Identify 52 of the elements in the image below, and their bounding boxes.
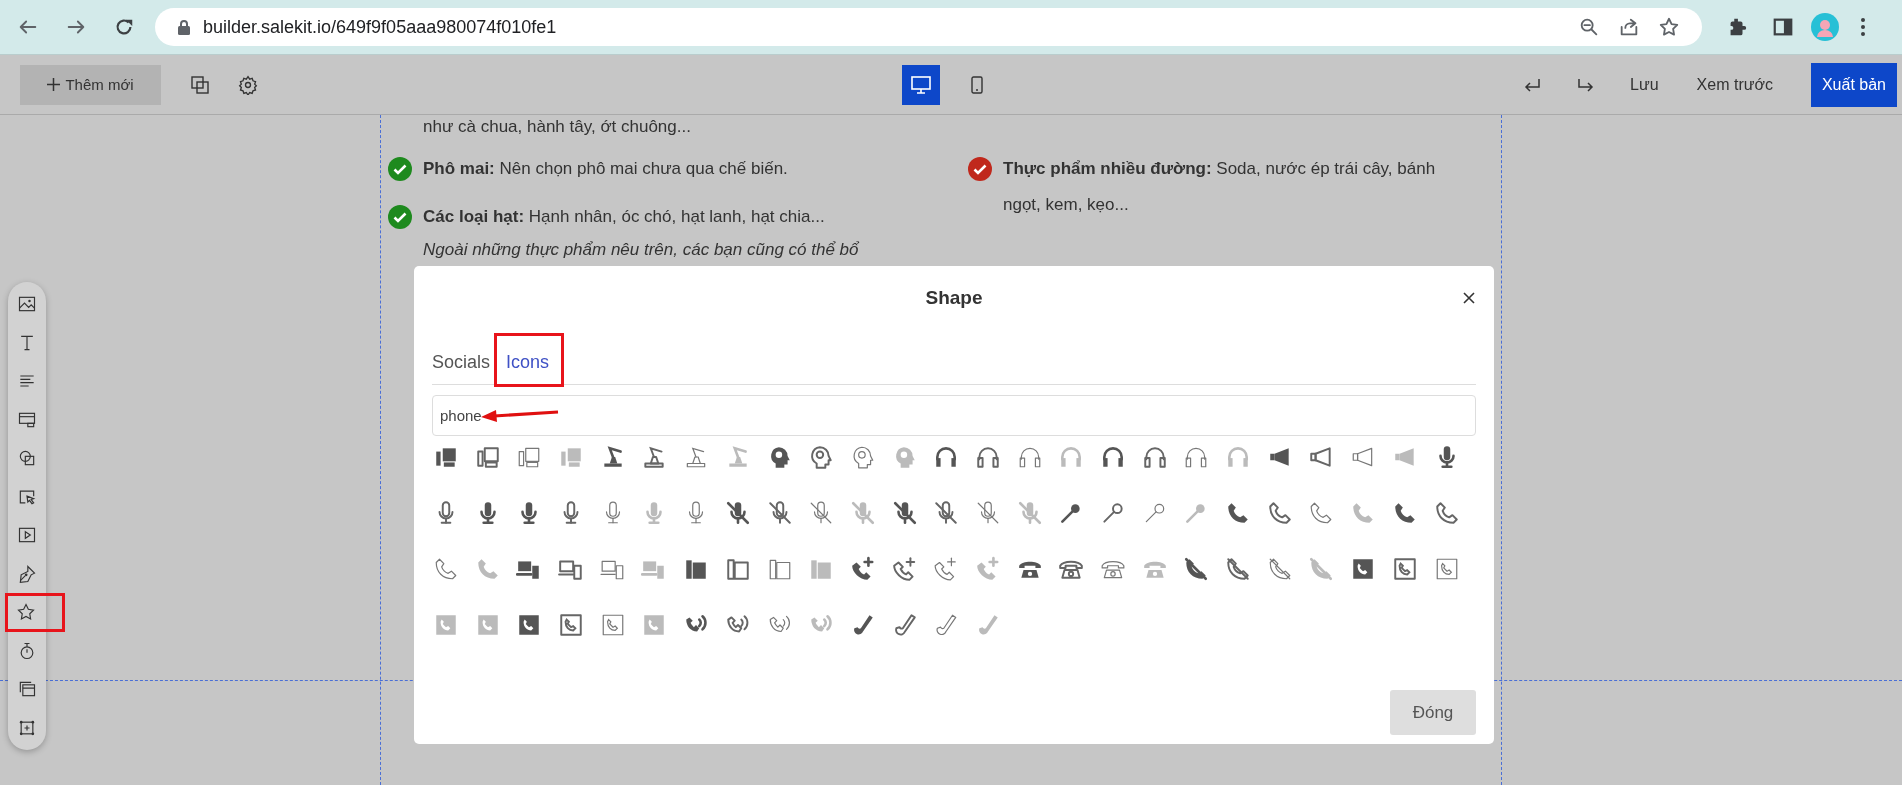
zoom-out-icon[interactable] [1578,16,1600,38]
headphones-icon[interactable] [1141,444,1168,470]
search-field[interactable]: phone [432,395,1476,436]
monitor-icon [911,75,931,94]
preview-button[interactable]: Xem trước [1696,75,1773,94]
italic-note-text: Ngoài những thực phẩm nêu trên, các bạn cũng có thể bổ [422,239,860,261]
phone-icon[interactable] [1266,500,1293,526]
url-text: builder.salekit.io/649f9f05aaa980074f010fe1 [203,16,557,38]
muted-microphone-icon[interactable] [724,500,751,526]
phone-icon[interactable] [433,556,459,582]
phone-plus-icon[interactable] [891,556,918,582]
desk-phone-icon[interactable] [724,556,751,582]
star-icon [15,602,36,623]
muted-microphone-icon[interactable] [766,500,793,526]
address-bar[interactable]: builder.salekit.io/649f9f05aaa980074f010fe1 [155,8,1702,46]
phone-off-icon[interactable] [1183,556,1210,582]
side-panel-icon[interactable] [1772,16,1794,38]
muted-microphone-icon[interactable] [891,500,918,526]
phone-plus-icon[interactable] [849,556,876,582]
star-tool-button[interactable] [5,593,65,632]
share-icon[interactable] [1618,16,1640,38]
muted-microphone-icon[interactable] [933,500,960,526]
list-item-text: Phô mai: Nên chọn phô mai chưa qua chế biến. [423,158,788,180]
phone-square-icon[interactable] [1391,556,1418,582]
pen-icon [17,563,37,584]
bookmark-star-icon[interactable] [1658,16,1680,38]
tab[interactable]: Icons [494,333,565,387]
tab[interactable]: Socials [432,333,491,384]
list-item-text: Các loại hạt: Hạnh nhân, óc chó, hạt lanh, hạt chia... [423,206,825,228]
fax-icon[interactable] [474,444,501,470]
close-button[interactable]: Đóng [1390,690,1476,735]
head-icon[interactable] [808,444,835,470]
duplicate-icon[interactable] [190,74,210,95]
plus-icon [47,78,61,91]
headphones-icon[interactable] [974,444,1001,470]
desktop-view-button[interactable] [902,64,940,105]
more-menu-icon[interactable] [1860,17,1866,37]
phone-icon[interactable] [1433,500,1460,526]
close-icon[interactable] [1462,291,1476,305]
headphones-icon[interactable] [1100,444,1126,470]
dialog-title: Shape [925,287,983,309]
smartphone-icon [971,75,983,94]
save-button[interactable]: Lưu [1630,75,1659,94]
handheld-microphone-icon[interactable] [1100,500,1126,526]
lock-icon [177,19,191,35]
publish-button[interactable]: Xuất bản [1810,62,1897,107]
list-item-text: Thực phẩm nhiều đường: Soda, nước ép trái cây, bánh ngọt, kem, kẹo... [1003,158,1437,216]
paragraph-text: như cà chua, hành tây, ớt chuông... [422,116,692,138]
settings-icon[interactable] [238,74,258,95]
phone-off-icon[interactable] [1225,556,1252,582]
add-new-button[interactable]: Thêm mới [20,64,161,105]
phone-square-icon[interactable] [558,612,585,638]
